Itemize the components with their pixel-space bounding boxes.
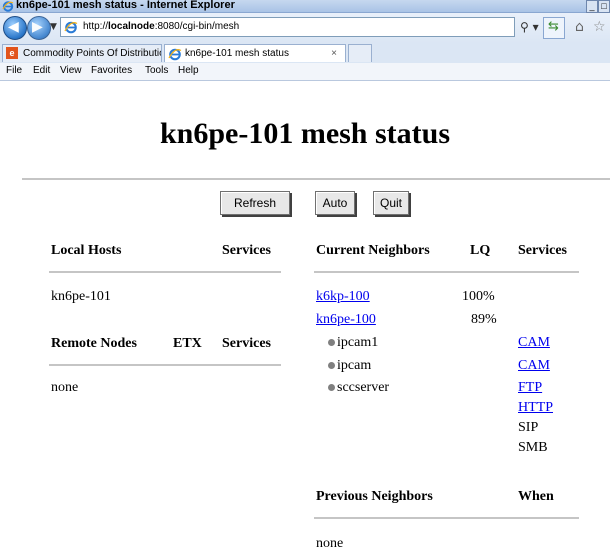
forward-arrow-icon: ▶ [32,19,43,35]
previous-when-header: When [518,489,554,504]
bullet-icon [328,339,335,346]
local-services-header: Services [222,243,271,258]
remote-services-header: Services [222,336,271,351]
close-tab-icon[interactable]: × [331,45,337,62]
ie-logo-icon [2,1,14,12]
maximize-button[interactable]: □ [598,0,610,13]
minimize-button[interactable]: _ [586,0,598,13]
neighbor-host-name: sccserver [337,380,390,395]
menu-help[interactable]: Help [178,65,199,76]
previous-neighbors-divider [314,517,579,519]
tab-bar: e Commodity Points Of Distributio... kn6… [0,43,610,64]
favorites-star-icon[interactable]: ☆ [593,19,606,35]
neighbor-host-name: ipcam1 [337,335,379,350]
home-icon[interactable]: ⌂ [575,19,584,35]
current-neighbors-header: Current Neighbors [316,243,430,258]
local-hosts-header: Local Hosts [51,243,122,258]
address-toolbar: ◀ ▶ ▼ http://localnode:8080/cgi-bin/mesh… [0,13,610,43]
neighbor-host-name: ipcam [337,358,372,373]
new-tab-button[interactable] [348,44,372,62]
menu-tools[interactable]: Tools [145,65,168,76]
tab-label: Commodity Points Of Distributio... [23,48,162,59]
auto-button[interactable]: Auto [315,191,355,215]
page-content: kn6pe-101 mesh status Refresh Auto Quit … [0,81,610,551]
remote-nodes-header: Remote Nodes [51,336,137,351]
current-neighbors-divider [314,271,579,273]
refresh-button[interactable]: Refresh [220,191,290,215]
service-link-cam[interactable]: CAM [518,358,550,374]
previous-neighbors-header: Previous Neighbors [316,489,433,504]
service-sip: SIP [518,420,539,435]
menu-view[interactable]: View [60,65,82,76]
menu-edit[interactable]: Edit [33,65,50,76]
history-dropdown-icon[interactable]: ▼ [50,22,57,32]
page-ie-icon [64,21,78,34]
bullet-icon [328,362,335,369]
tab-mesh-status[interactable]: kn6pe-101 mesh status × [164,44,346,62]
service-smb: SMB [518,440,548,455]
menu-favorites[interactable]: Favorites [91,65,132,76]
quit-button[interactable]: Quit [373,191,409,215]
site-favicon-icon: e [6,47,18,59]
ie-tab-icon [168,48,182,61]
menu-file[interactable]: File [6,65,22,76]
service-link-ftp[interactable]: FTP [518,380,542,396]
forward-button[interactable]: ▶ [27,16,51,40]
remote-nodes-divider [49,364,281,366]
neighbor-link-k6kp-100[interactable]: k6kp-100 [316,289,370,305]
neighbor-lq: 89% [471,312,497,327]
service-link-http[interactable]: HTTP [518,400,553,416]
menu-bar: File Edit View Favorites Tools Help [0,63,610,81]
remote-nodes-none: none [51,380,79,395]
service-link-cam[interactable]: CAM [518,335,550,351]
lq-header: LQ [470,243,491,258]
remote-etx-header: ETX [173,336,202,351]
current-services-header: Services [518,243,567,258]
back-arrow-icon: ◀ [8,19,19,35]
window-title-bar: kn6pe-101 mesh status - Internet Explore… [0,0,610,13]
local-host-name: kn6pe-101 [51,289,111,304]
local-hosts-divider [49,271,281,273]
refresh-arrows-icon: ⇆ [548,19,559,34]
window-title: kn6pe-101 mesh status - Internet Explore… [16,0,235,11]
tab-commodity-points[interactable]: e Commodity Points Of Distributio... [2,44,162,62]
page-title: kn6pe-101 mesh status [159,117,451,150]
neighbor-link-kn6pe-100[interactable]: kn6pe-100 [316,312,376,328]
title-divider [22,178,610,180]
tab-label: kn6pe-101 mesh status [185,48,289,59]
search-icon[interactable]: ⚲ ▾ [520,20,539,34]
bullet-icon [328,384,335,391]
neighbor-lq: 100% [462,289,495,304]
refresh-go-button[interactable]: ⇆ [543,17,565,39]
back-button[interactable]: ◀ [3,16,27,40]
address-url[interactable]: http://localnode:8080/cgi-bin/mesh [83,21,239,32]
address-bar[interactable]: http://localnode:8080/cgi-bin/mesh [60,17,515,37]
